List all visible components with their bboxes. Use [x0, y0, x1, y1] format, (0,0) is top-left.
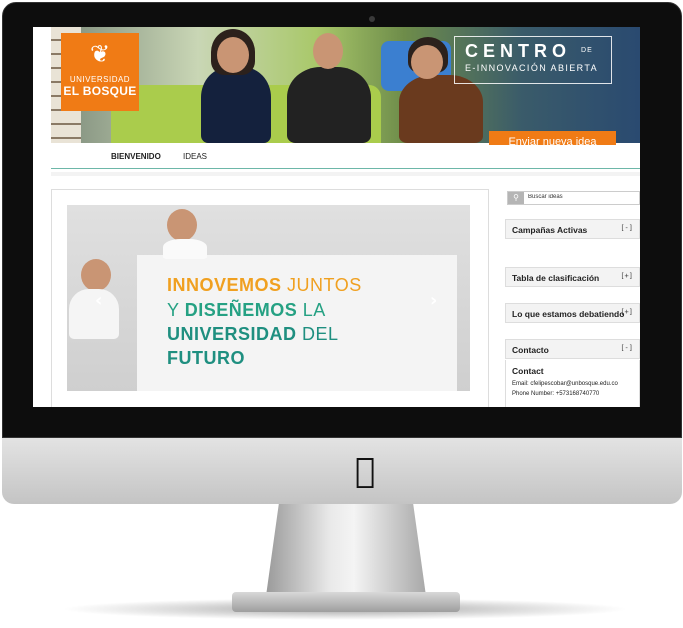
- widget-clasificacion[interactable]: Tabla de clasificación [+]: [505, 267, 640, 287]
- expand-toggle[interactable]: [+]: [620, 272, 633, 280]
- browser-screen: ❦ UNIVERSIDAD EL BOSQUE CENTRO DE E-INNO…: [33, 27, 640, 407]
- logo-line1: UNIVERSIDAD: [69, 75, 131, 84]
- slide-line-1: INNOVEMOS JUNTOS: [167, 275, 362, 295]
- slide-line-3: UNIVERSIDAD DEL: [167, 324, 339, 344]
- student-face: [411, 45, 443, 79]
- contact-heading: Contact: [512, 366, 544, 376]
- centro-title-box: CENTRO DE E-INNOVACIÓN ABIERTA: [454, 36, 612, 84]
- student-image: [399, 75, 483, 143]
- nav-item-bienvenido[interactable]: BIENVENIDO: [111, 152, 161, 161]
- imac-mockup:  ❦ UNIVERSIDAD EL BOSQUE CENTRO DE E-IN…: [0, 0, 683, 628]
- student-image: [201, 67, 271, 143]
- search-icon[interactable]: ⚲: [508, 192, 524, 204]
- stand-foot: [232, 592, 460, 612]
- university-emblem-icon: ❦: [89, 40, 111, 68]
- slide-person-image: [69, 289, 119, 339]
- contact-phone: Phone Number: +573168740770: [512, 391, 600, 397]
- centro-subtitle: E-INNOVACIÓN ABIERTA: [465, 63, 599, 73]
- monitor-chin: [2, 438, 682, 504]
- student-face: [313, 33, 343, 69]
- centro-de: DE: [581, 47, 593, 54]
- slide-person-face: [81, 259, 111, 291]
- centro-title: CENTRO: [465, 41, 571, 61]
- chevron-right-icon[interactable]: ›: [430, 290, 437, 311]
- hero-slider[interactable]: ‹ › INNOVEMOS JUNTOS Y DISEÑEMOS LA UNIV…: [67, 205, 470, 391]
- collapse-toggle[interactable]: [-]: [620, 344, 633, 352]
- search-input[interactable]: [528, 194, 638, 200]
- widget-debatiendo[interactable]: Lo que estamos debatiendo [+]: [505, 303, 640, 323]
- chevron-left-icon[interactable]: ‹: [95, 290, 102, 311]
- collapse-toggle[interactable]: [-]: [620, 224, 633, 232]
- slide-person-face: [167, 209, 197, 241]
- widget-contacto[interactable]: Contacto [-]: [505, 339, 640, 359]
- apple-icon: : [355, 451, 375, 491]
- widget-campanas[interactable]: Campañas Activas [-]: [505, 219, 640, 239]
- slide-line-2: Y DISEÑEMOS LA: [167, 300, 326, 320]
- nav-item-ideas[interactable]: IDEAS: [183, 152, 207, 161]
- camera-icon: [369, 16, 375, 22]
- search-box: ⚲: [507, 191, 640, 205]
- student-face: [217, 37, 249, 73]
- contact-panel: Contact Email: cfelipescobar@unbosque.ed…: [505, 360, 640, 407]
- expand-toggle[interactable]: [+]: [620, 308, 633, 316]
- slide-line-4: FUTURO: [167, 348, 245, 368]
- divider: [51, 172, 640, 176]
- main-nav: BIENVENIDO IDEAS: [51, 145, 640, 169]
- student-image: [287, 67, 371, 143]
- university-logo[interactable]: ❦ UNIVERSIDAD EL BOSQUE: [61, 33, 139, 111]
- stand-neck: [266, 504, 426, 596]
- slide-person-image: [163, 239, 207, 259]
- contact-email[interactable]: Email: cfelipescobar@unbosque.edu.co: [512, 381, 618, 387]
- logo-line2: EL BOSQUE: [63, 84, 137, 98]
